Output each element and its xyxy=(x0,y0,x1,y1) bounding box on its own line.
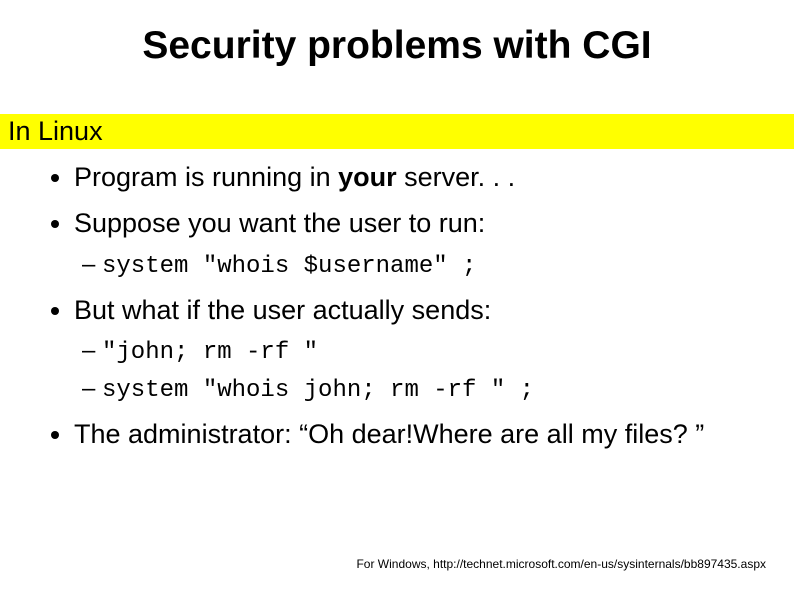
sub-bullet-item: system "whois john; rm -rf " ; xyxy=(102,373,790,406)
footnote: For Windows, http://technet.microsoft.co… xyxy=(356,557,766,571)
bullet-item: Program is running in your server. . . xyxy=(74,161,790,195)
slide-title: Security problems with CGI xyxy=(0,0,794,74)
bullet-text-bold: your xyxy=(338,162,397,192)
code-text: system "whois $username" ; xyxy=(102,253,476,280)
code-text: system "whois john; rm -rf " ; xyxy=(102,377,534,404)
bullet-item: Suppose you want the user to run: system… xyxy=(74,207,790,282)
slide-body: Program is running in your server. . . S… xyxy=(0,161,794,452)
bullet-list: Program is running in your server. . . S… xyxy=(4,161,790,452)
bullet-text: But what if the user actually sends: xyxy=(74,295,491,325)
bullet-text: server. . . xyxy=(397,162,516,192)
heading-band: In Linux xyxy=(0,114,794,149)
sub-bullet-list: "john; rm -rf " system "whois john; rm -… xyxy=(74,335,790,405)
bullet-text: Suppose you want the user to run: xyxy=(74,208,485,238)
slide: Security problems with CGI In Linux Prog… xyxy=(0,0,794,595)
bullet-item: The administrator: “Oh dear!Where are al… xyxy=(74,418,790,452)
bullet-text: Program is running in xyxy=(74,162,338,192)
code-text: "john; rm -rf " xyxy=(102,339,318,366)
sub-bullet-list: system "whois $username" ; xyxy=(74,249,790,282)
sub-bullet-item: "john; rm -rf " xyxy=(102,335,790,368)
bullet-text: The administrator: “Oh dear!Where are al… xyxy=(74,419,704,449)
sub-bullet-item: system "whois $username" ; xyxy=(102,249,790,282)
bullet-item: But what if the user actually sends: "jo… xyxy=(74,294,790,406)
